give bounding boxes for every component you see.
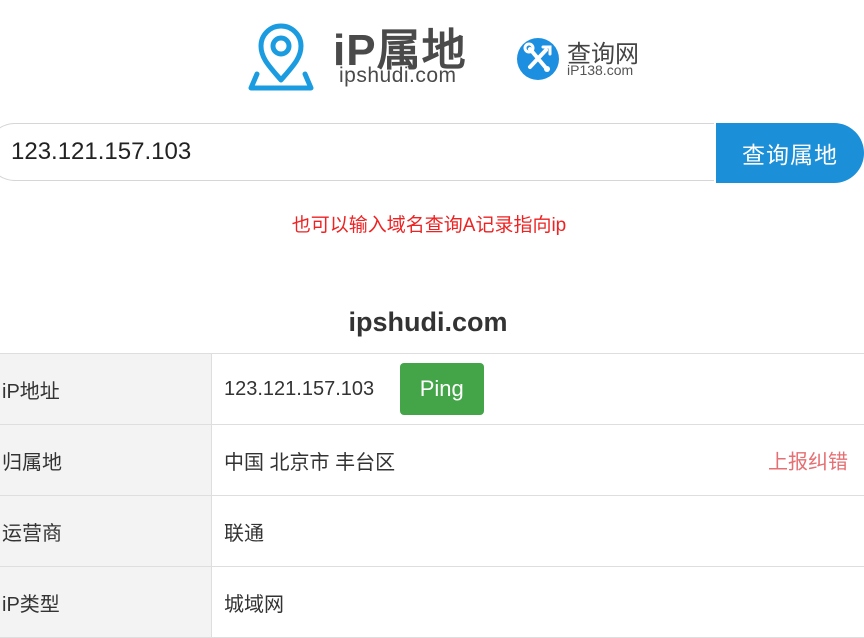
table-row: iP地址 123.121.157.103 Ping <box>0 354 864 425</box>
table-row: iP类型 城域网 <box>0 567 864 638</box>
search-bar: 查询属地 <box>0 123 864 183</box>
search-hint: 也可以输入域名查询A记录指向ip <box>0 210 858 237</box>
row-label-type: iP类型 <box>0 567 212 638</box>
ip138-logo[interactable]: 查询网 iP138.com <box>517 36 657 80</box>
row-label-location: 归属地 <box>0 425 212 496</box>
table-row: 运营商 联通 <box>0 496 864 567</box>
brand-subtitle: ipshudi.com <box>339 64 457 88</box>
ip-type-value: 城域网 <box>212 567 864 638</box>
ping-button[interactable]: Ping <box>400 363 484 415</box>
row-value-location: 中国 北京市 丰台区 上报纠错 <box>212 425 864 496</box>
isp-value: 联通 <box>212 496 864 567</box>
ip-search-input[interactable] <box>0 123 714 181</box>
ip138-subtitle: iP138.com <box>567 62 633 78</box>
wrench-screwdriver-icon <box>517 38 559 80</box>
location-pin-icon <box>247 22 315 92</box>
row-label-ip: iP地址 <box>0 354 212 425</box>
location-value: 中国 北京市 丰台区 <box>224 452 395 474</box>
header-logos: iP属地 ipshudi.com 查询网 iP138.com <box>0 18 864 98</box>
ipshudi-logo[interactable]: iP属地 ipshudi.com <box>247 20 477 92</box>
table-row: 归属地 中国 北京市 丰台区 上报纠错 <box>0 425 864 496</box>
site-title: ipshudi.com <box>0 307 856 338</box>
query-button[interactable]: 查询属地 <box>716 123 864 183</box>
report-error-link[interactable]: 上报纠错 <box>768 446 848 475</box>
row-label-isp: 运营商 <box>0 496 212 567</box>
ip-address-value: 123.121.157.103 <box>224 378 374 401</box>
row-value-ip: 123.121.157.103 Ping <box>212 354 864 425</box>
ip-info-table: iP地址 123.121.157.103 Ping 归属地 中国 北京市 丰台区… <box>0 353 864 638</box>
